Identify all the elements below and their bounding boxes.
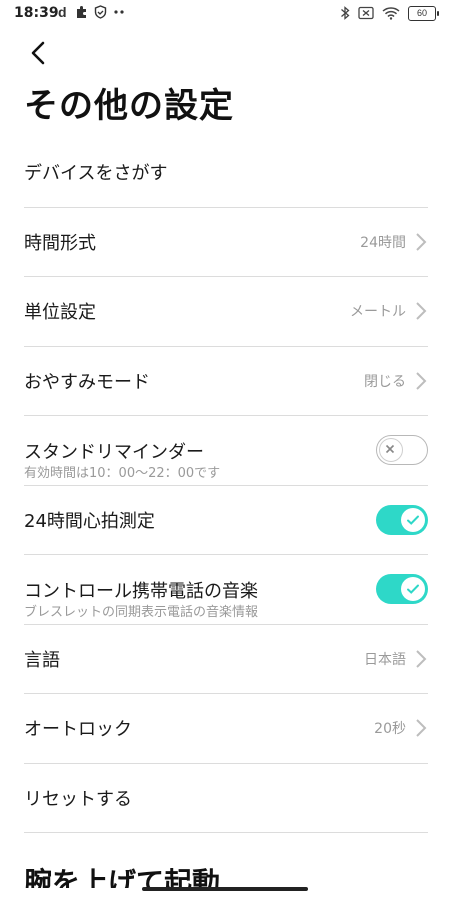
d-app-icon: d xyxy=(58,5,67,19)
x-icon xyxy=(385,444,395,453)
check-icon xyxy=(407,515,419,525)
chevron-right-icon xyxy=(416,719,427,737)
heart-rate-row: 24時間心拍測定 xyxy=(24,486,428,555)
unit-setting-label: 単位設定 xyxy=(24,302,96,324)
stand-reminder-subtitle: 有効時間は10：00〜22：00です xyxy=(24,466,221,481)
stand-reminder-label: スタンドリマインダー xyxy=(24,442,204,463)
toggle-knob xyxy=(401,507,425,532)
notification-icons: d xyxy=(58,5,126,19)
shield-icon xyxy=(94,5,107,19)
settings-list: デバイスをさがす 時間形式 24時間 単位設定 メートル おやすみモード 閉じる… xyxy=(24,138,428,833)
check-icon xyxy=(407,584,419,595)
svg-text:d: d xyxy=(58,5,67,19)
time-format-value: 24時間 xyxy=(360,234,406,251)
language-value: 日本語 xyxy=(364,651,406,668)
bluetooth-icon xyxy=(341,6,350,20)
toggle-knob xyxy=(401,577,425,602)
more-dots-icon xyxy=(114,10,124,14)
stand-reminder-row: スタンドリマインダー 有効時間は10：00〜22：00です xyxy=(24,416,428,486)
music-control-toggle[interactable] xyxy=(376,574,428,605)
do-not-disturb-row[interactable]: おやすみモード 閉じる xyxy=(24,347,428,416)
find-device-row[interactable]: デバイスをさがす xyxy=(24,138,428,208)
puzzle-icon xyxy=(77,6,86,18)
language-row[interactable]: 言語 日本語 xyxy=(24,625,428,694)
home-indicator[interactable] xyxy=(142,887,308,891)
music-control-label: コントロール携帯電話の音楽 xyxy=(24,581,258,602)
chevron-right-icon xyxy=(416,302,427,320)
heart-rate-label: 24時間心拍測定 xyxy=(24,510,155,532)
music-control-row: コントロール携帯電話の音楽 ブレスレットの同期表示電話の音楽情報 xyxy=(24,555,428,625)
auto-lock-row[interactable]: オートロック 20秒 xyxy=(24,694,428,764)
do-not-disturb-label: おやすみモード xyxy=(24,371,150,393)
time-format-row[interactable]: 時間形式 24時間 xyxy=(24,208,428,277)
find-device-label: デバイスをさがす xyxy=(24,163,168,185)
status-time: 18:39 xyxy=(14,5,59,21)
do-not-disturb-value: 閉じる xyxy=(364,373,406,390)
battery-icon: 60 xyxy=(408,5,439,21)
auto-lock-label: オートロック xyxy=(24,719,132,741)
language-label: 言語 xyxy=(24,649,60,671)
time-format-label: 時間形式 xyxy=(24,232,96,254)
chevron-right-icon xyxy=(416,650,427,668)
wifi-icon xyxy=(382,7,400,20)
chevron-right-icon xyxy=(416,233,427,251)
auto-lock-value: 20秒 xyxy=(374,721,406,738)
heart-rate-toggle[interactable] xyxy=(376,504,428,535)
unit-setting-value: メートル xyxy=(350,304,406,321)
system-icons: 60 xyxy=(340,5,439,21)
unit-setting-row[interactable]: 単位設定 メートル xyxy=(24,277,428,347)
no-sim-icon xyxy=(358,6,374,20)
status-bar: 18:39 d 60 xyxy=(0,0,450,30)
toggle-knob xyxy=(379,437,403,462)
stand-reminder-toggle[interactable] xyxy=(376,435,428,466)
reset-label: リセットする xyxy=(24,788,132,810)
chevron-left-icon xyxy=(31,41,45,65)
chevron-right-icon xyxy=(416,372,427,390)
page-title: その他の設定 xyxy=(24,86,234,126)
next-section-title: 腕を上げて起動 xyxy=(24,866,221,888)
back-button[interactable] xyxy=(24,38,54,68)
reset-row[interactable]: リセットする xyxy=(24,764,428,833)
music-control-subtitle: ブレスレットの同期表示電話の音楽情報 xyxy=(24,605,259,620)
